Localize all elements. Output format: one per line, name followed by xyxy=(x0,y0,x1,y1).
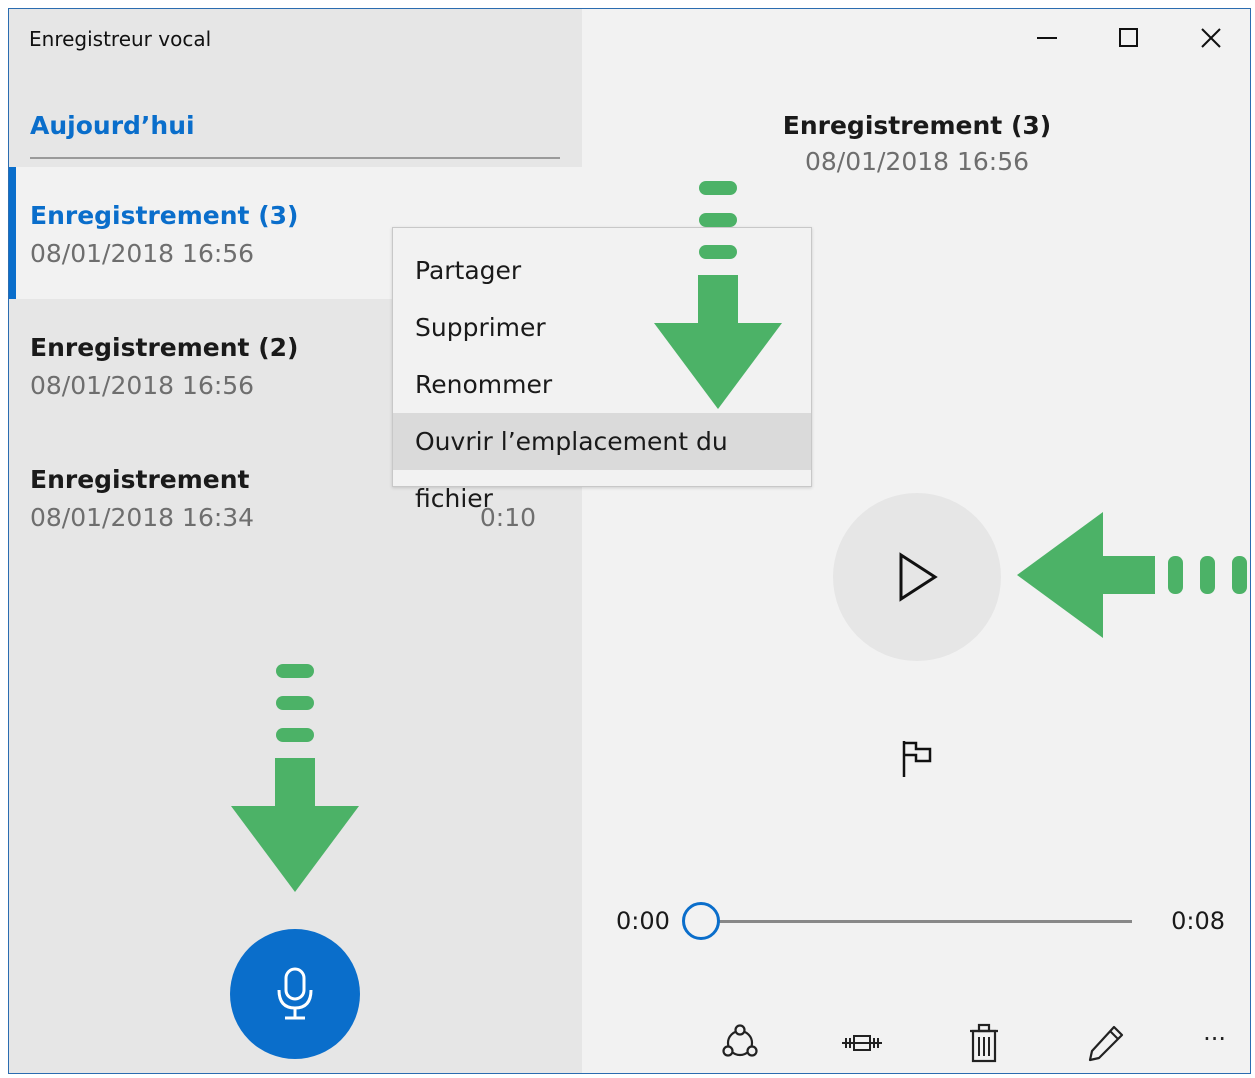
maximize-icon xyxy=(1119,28,1138,47)
recording-date: 08/01/2018 16:56 xyxy=(30,371,255,400)
flag-icon xyxy=(902,741,932,777)
seek-thumb[interactable] xyxy=(682,902,720,940)
record-button[interactable] xyxy=(230,929,360,1059)
current-time: 0:00 xyxy=(616,907,670,935)
rename-button[interactable] xyxy=(1084,1021,1128,1065)
delete-icon xyxy=(970,1023,998,1063)
recording-date: 08/01/2018 16:56 xyxy=(30,239,255,268)
close-button[interactable] xyxy=(1191,23,1231,53)
add-marker-button[interactable] xyxy=(899,737,935,781)
minimize-button[interactable] xyxy=(1027,23,1067,53)
group-header-today: Aujourd’hui xyxy=(30,111,195,140)
trim-button[interactable] xyxy=(840,1021,884,1065)
player-recording-date: 08/01/2018 16:56 xyxy=(804,147,1030,176)
play-icon xyxy=(899,552,938,602)
more-button[interactable]: ··· xyxy=(1203,1025,1226,1053)
share-button[interactable] xyxy=(718,1021,762,1065)
rename-icon xyxy=(1088,1025,1124,1062)
seek-track[interactable] xyxy=(702,920,1132,923)
maximize-button[interactable] xyxy=(1109,23,1149,53)
down-arrow-annotation-icon xyxy=(654,181,782,409)
voice-recorder-window: Enregistreur vocal Aujourd’hui Enregistr… xyxy=(8,8,1251,1074)
down-arrow-annotation-icon xyxy=(231,664,359,892)
group-divider xyxy=(30,157,560,159)
app-title: Enregistreur vocal xyxy=(29,27,212,51)
recording-name: Enregistrement (2) xyxy=(30,333,299,362)
close-icon xyxy=(1201,28,1221,48)
share-icon xyxy=(722,1024,758,1057)
recordings-pane: Enregistreur vocal Aujourd’hui Enregistr… xyxy=(9,9,582,1073)
player-recording-title: Enregistrement (3) xyxy=(782,111,1052,140)
microphone-icon xyxy=(277,967,313,1020)
delete-button[interactable] xyxy=(962,1021,1006,1065)
left-arrow-annotation-icon xyxy=(1017,512,1247,638)
menu-item-open-file-location[interactable]: Ouvrir l’emplacement du fichier xyxy=(393,413,811,513)
trim-icon xyxy=(842,1035,882,1051)
minimize-icon xyxy=(1037,37,1057,39)
recording-name: Enregistrement xyxy=(30,465,250,494)
total-time: 0:08 xyxy=(1171,907,1225,935)
recording-date: 08/01/2018 16:34 xyxy=(30,503,255,532)
play-button[interactable] xyxy=(833,493,1001,661)
recording-name: Enregistrement (3) xyxy=(30,201,299,230)
